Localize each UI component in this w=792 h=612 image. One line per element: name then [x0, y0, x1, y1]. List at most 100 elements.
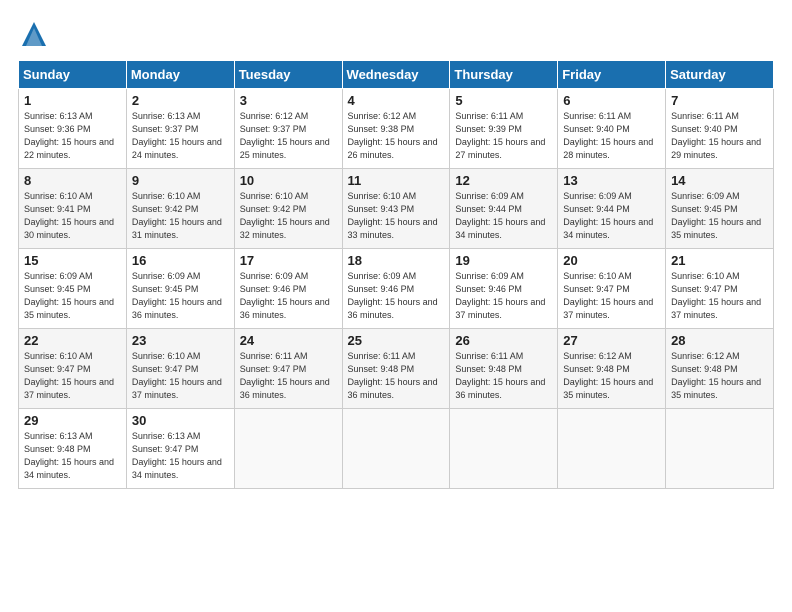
- daylight-label: Daylight: 15 hours and 36 minutes.: [240, 297, 330, 320]
- calendar-cell: 3 Sunrise: 6:12 AM Sunset: 9:37 PM Dayli…: [234, 89, 342, 169]
- sunrise-label: Sunrise: 6:11 AM: [348, 351, 416, 361]
- day-info: Sunrise: 6:10 AM Sunset: 9:47 PM Dayligh…: [132, 350, 229, 402]
- daylight-label: Daylight: 15 hours and 22 minutes.: [24, 137, 114, 160]
- calendar-cell: 13 Sunrise: 6:09 AM Sunset: 9:44 PM Dayl…: [558, 169, 666, 249]
- day-number: 25: [348, 333, 445, 348]
- daylight-label: Daylight: 15 hours and 26 minutes.: [348, 137, 438, 160]
- day-info: Sunrise: 6:09 AM Sunset: 9:46 PM Dayligh…: [240, 270, 337, 322]
- sunrise-label: Sunrise: 6:13 AM: [132, 431, 201, 441]
- daylight-label: Daylight: 15 hours and 30 minutes.: [24, 217, 114, 240]
- calendar-cell: 20 Sunrise: 6:10 AM Sunset: 9:47 PM Dayl…: [558, 249, 666, 329]
- sunrise-label: Sunrise: 6:11 AM: [671, 111, 739, 121]
- sunrise-label: Sunrise: 6:10 AM: [563, 271, 632, 281]
- sunrise-label: Sunrise: 6:11 AM: [455, 351, 523, 361]
- sunset-label: Sunset: 9:37 PM: [240, 124, 307, 134]
- daylight-label: Daylight: 15 hours and 35 minutes.: [671, 217, 761, 240]
- day-number: 15: [24, 253, 121, 268]
- sunrise-label: Sunrise: 6:10 AM: [24, 191, 93, 201]
- sunset-label: Sunset: 9:44 PM: [563, 204, 630, 214]
- sunrise-label: Sunrise: 6:09 AM: [455, 271, 524, 281]
- day-info: Sunrise: 6:10 AM Sunset: 9:47 PM Dayligh…: [563, 270, 660, 322]
- day-number: 27: [563, 333, 660, 348]
- day-header-friday: Friday: [558, 61, 666, 89]
- day-number: 24: [240, 333, 337, 348]
- sunrise-label: Sunrise: 6:10 AM: [132, 351, 201, 361]
- sunrise-label: Sunrise: 6:11 AM: [455, 111, 523, 121]
- calendar-cell: 28 Sunrise: 6:12 AM Sunset: 9:48 PM Dayl…: [666, 329, 774, 409]
- calendar-cell: [558, 409, 666, 489]
- calendar-cell: [342, 409, 450, 489]
- sunset-label: Sunset: 9:48 PM: [671, 364, 738, 374]
- day-number: 21: [671, 253, 768, 268]
- day-info: Sunrise: 6:13 AM Sunset: 9:47 PM Dayligh…: [132, 430, 229, 482]
- sunset-label: Sunset: 9:47 PM: [24, 364, 91, 374]
- sunset-label: Sunset: 9:44 PM: [455, 204, 522, 214]
- day-number: 20: [563, 253, 660, 268]
- calendar-cell: 23 Sunrise: 6:10 AM Sunset: 9:47 PM Dayl…: [126, 329, 234, 409]
- sunset-label: Sunset: 9:47 PM: [132, 364, 199, 374]
- day-number: 2: [132, 93, 229, 108]
- calendar-cell: 18 Sunrise: 6:09 AM Sunset: 9:46 PM Dayl…: [342, 249, 450, 329]
- logo-icon: [18, 18, 50, 50]
- day-number: 14: [671, 173, 768, 188]
- day-number: 6: [563, 93, 660, 108]
- calendar-cell: [450, 409, 558, 489]
- sunrise-label: Sunrise: 6:11 AM: [563, 111, 631, 121]
- day-number: 8: [24, 173, 121, 188]
- calendar-cell: 27 Sunrise: 6:12 AM Sunset: 9:48 PM Dayl…: [558, 329, 666, 409]
- calendar-cell: 17 Sunrise: 6:09 AM Sunset: 9:46 PM Dayl…: [234, 249, 342, 329]
- sunset-label: Sunset: 9:40 PM: [671, 124, 738, 134]
- sunset-label: Sunset: 9:47 PM: [132, 444, 199, 454]
- sunset-label: Sunset: 9:47 PM: [240, 364, 307, 374]
- sunset-label: Sunset: 9:45 PM: [671, 204, 738, 214]
- page: SundayMondayTuesdayWednesdayThursdayFrid…: [0, 0, 792, 612]
- day-info: Sunrise: 6:13 AM Sunset: 9:37 PM Dayligh…: [132, 110, 229, 162]
- day-number: 22: [24, 333, 121, 348]
- calendar-cell: [234, 409, 342, 489]
- day-info: Sunrise: 6:10 AM Sunset: 9:42 PM Dayligh…: [240, 190, 337, 242]
- daylight-label: Daylight: 15 hours and 34 minutes.: [132, 457, 222, 480]
- daylight-label: Daylight: 15 hours and 36 minutes.: [348, 297, 438, 320]
- day-info: Sunrise: 6:10 AM Sunset: 9:47 PM Dayligh…: [24, 350, 121, 402]
- calendar-cell: 9 Sunrise: 6:10 AM Sunset: 9:42 PM Dayli…: [126, 169, 234, 249]
- day-info: Sunrise: 6:09 AM Sunset: 9:46 PM Dayligh…: [348, 270, 445, 322]
- daylight-label: Daylight: 15 hours and 36 minutes.: [240, 377, 330, 400]
- calendar: SundayMondayTuesdayWednesdayThursdayFrid…: [18, 60, 774, 489]
- day-info: Sunrise: 6:12 AM Sunset: 9:48 PM Dayligh…: [563, 350, 660, 402]
- calendar-cell: 6 Sunrise: 6:11 AM Sunset: 9:40 PM Dayli…: [558, 89, 666, 169]
- sunrise-label: Sunrise: 6:10 AM: [240, 191, 309, 201]
- sunset-label: Sunset: 9:37 PM: [132, 124, 199, 134]
- sunset-label: Sunset: 9:46 PM: [348, 284, 415, 294]
- daylight-label: Daylight: 15 hours and 25 minutes.: [240, 137, 330, 160]
- daylight-label: Daylight: 15 hours and 29 minutes.: [671, 137, 761, 160]
- calendar-cell: 16 Sunrise: 6:09 AM Sunset: 9:45 PM Dayl…: [126, 249, 234, 329]
- day-number: 11: [348, 173, 445, 188]
- sunrise-label: Sunrise: 6:11 AM: [240, 351, 308, 361]
- daylight-label: Daylight: 15 hours and 37 minutes.: [671, 297, 761, 320]
- calendar-cell: 1 Sunrise: 6:13 AM Sunset: 9:36 PM Dayli…: [19, 89, 127, 169]
- calendar-week-4: 22 Sunrise: 6:10 AM Sunset: 9:47 PM Dayl…: [19, 329, 774, 409]
- calendar-cell: 14 Sunrise: 6:09 AM Sunset: 9:45 PM Dayl…: [666, 169, 774, 249]
- day-number: 4: [348, 93, 445, 108]
- day-info: Sunrise: 6:10 AM Sunset: 9:41 PM Dayligh…: [24, 190, 121, 242]
- daylight-label: Daylight: 15 hours and 27 minutes.: [455, 137, 545, 160]
- sunrise-label: Sunrise: 6:12 AM: [671, 351, 740, 361]
- calendar-cell: 25 Sunrise: 6:11 AM Sunset: 9:48 PM Dayl…: [342, 329, 450, 409]
- day-number: 18: [348, 253, 445, 268]
- daylight-label: Daylight: 15 hours and 24 minutes.: [132, 137, 222, 160]
- sunrise-label: Sunrise: 6:12 AM: [348, 111, 417, 121]
- calendar-cell: 4 Sunrise: 6:12 AM Sunset: 9:38 PM Dayli…: [342, 89, 450, 169]
- daylight-label: Daylight: 15 hours and 34 minutes.: [563, 217, 653, 240]
- daylight-label: Daylight: 15 hours and 37 minutes.: [455, 297, 545, 320]
- day-info: Sunrise: 6:09 AM Sunset: 9:46 PM Dayligh…: [455, 270, 552, 322]
- sunset-label: Sunset: 9:48 PM: [24, 444, 91, 454]
- calendar-header-row: SundayMondayTuesdayWednesdayThursdayFrid…: [19, 61, 774, 89]
- day-info: Sunrise: 6:10 AM Sunset: 9:42 PM Dayligh…: [132, 190, 229, 242]
- day-number: 28: [671, 333, 768, 348]
- day-header-wednesday: Wednesday: [342, 61, 450, 89]
- day-header-sunday: Sunday: [19, 61, 127, 89]
- sunrise-label: Sunrise: 6:09 AM: [563, 191, 632, 201]
- calendar-cell: 5 Sunrise: 6:11 AM Sunset: 9:39 PM Dayli…: [450, 89, 558, 169]
- daylight-label: Daylight: 15 hours and 35 minutes.: [563, 377, 653, 400]
- calendar-cell: 29 Sunrise: 6:13 AM Sunset: 9:48 PM Dayl…: [19, 409, 127, 489]
